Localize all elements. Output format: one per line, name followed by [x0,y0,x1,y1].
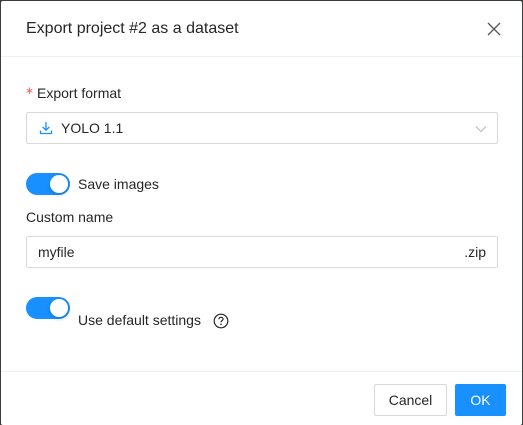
custom-name-input[interactable] [27,237,447,267]
close-button[interactable] [482,17,506,41]
ok-button[interactable]: OK [455,384,506,416]
switch-knob [50,299,68,317]
dialog-title: Export project #2 as a dataset [26,20,239,37]
custom-name-input-group: .zip [26,236,498,268]
export-format-label: * Export format [26,85,121,102]
close-icon [487,22,501,36]
export-format-value: YOLO 1.1 [61,120,124,136]
export-format-select[interactable]: YOLO 1.1 [26,112,498,144]
dialog-footer: Cancel OK [1,371,522,425]
required-mark: * [26,86,33,102]
export-dataset-dialog: Export project #2 as a dataset * Export f… [1,1,522,425]
dialog-header: Export project #2 as a dataset [1,1,522,57]
download-icon [39,122,53,135]
save-images-switch[interactable] [26,173,70,195]
export-format-label-text: Export format [37,85,122,101]
file-extension-suffix: .zip [464,244,486,260]
use-default-settings-switch[interactable] [26,297,70,319]
chevron-down-icon [475,126,487,133]
use-default-settings-label: Use default settings [78,312,201,328]
cancel-button[interactable]: Cancel [374,384,447,416]
save-images-label: Save images [78,176,159,192]
question-circle-icon[interactable] [213,313,229,329]
custom-name-label: Custom name [26,209,114,225]
switch-knob [50,175,68,193]
